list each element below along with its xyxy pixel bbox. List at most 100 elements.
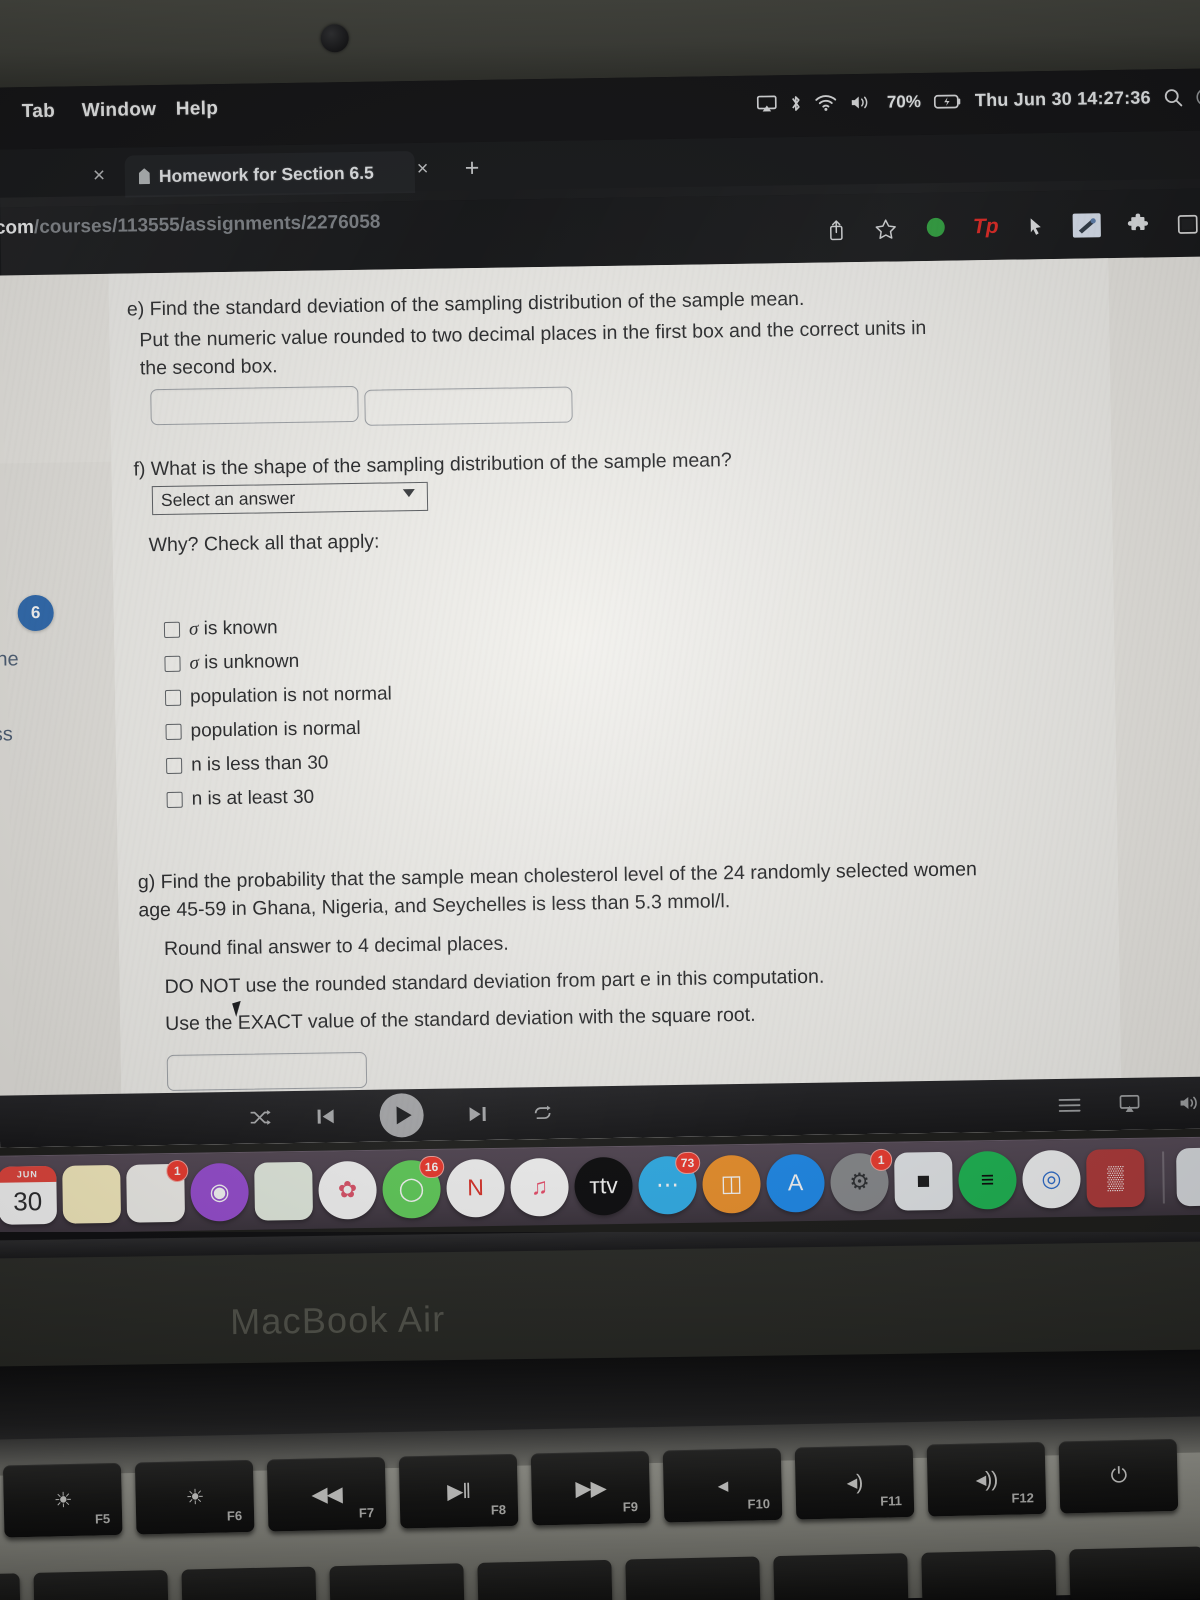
menu-tab[interactable]: Tab: [22, 101, 56, 124]
keyboard-backlight-up-key[interactable]: ☀ F6: [134, 1459, 255, 1535]
question-e-note: Put the numeric value rounded to two dec…: [139, 316, 927, 380]
volume-icon[interactable]: [1178, 1094, 1200, 1112]
checkbox-3[interactable]: [165, 723, 182, 740]
key[interactable]: [477, 1559, 613, 1600]
dock-icon-documents-folder[interactable]: [1176, 1146, 1200, 1206]
volume-up-key[interactable]: ◂)) F12: [926, 1441, 1047, 1517]
key[interactable]: [0, 1573, 21, 1600]
tab-favicon-icon: [139, 168, 150, 184]
key[interactable]: [33, 1569, 169, 1600]
share-icon[interactable]: [823, 216, 849, 242]
checkbox-row[interactable]: n is at least 30: [166, 779, 393, 817]
dock-icon-app-store[interactable]: A: [766, 1153, 825, 1213]
airplay-device-icon[interactable]: [1118, 1094, 1140, 1113]
checkbox-0[interactable]: [163, 621, 181, 638]
key[interactable]: [1069, 1546, 1200, 1600]
tp-extension-icon[interactable]: Tp: [973, 214, 999, 240]
dock-icon-system-preferences[interactable]: ⚙ 1: [830, 1148, 893, 1212]
bluetooth-icon[interactable]: [790, 94, 802, 113]
airplay-icon[interactable]: [756, 95, 777, 112]
browser-tab-active[interactable]: Homework for Section 6.5: [124, 151, 416, 198]
control-center-icon[interactable]: [1196, 87, 1200, 106]
question-g-prompt: g) Find the probability that the sample …: [137, 858, 977, 922]
menu-window[interactable]: Window: [82, 99, 157, 122]
webcam-icon: [320, 24, 349, 53]
puzzle-extension-icon[interactable]: [1125, 211, 1151, 237]
rewind-key[interactable]: ◀◀ F7: [266, 1456, 387, 1532]
dock-icon-roblox[interactable]: ■: [894, 1151, 953, 1211]
checkbox-2[interactable]: [164, 689, 182, 706]
repeat-icon[interactable]: [531, 1104, 553, 1122]
dock-icon-apple-tv[interactable]: ᴛtv: [574, 1156, 633, 1216]
wifi-icon[interactable]: [815, 94, 837, 111]
checkbox-row[interactable]: σ is known: [163, 609, 391, 647]
checkbox-row[interactable]: σ is unknown: [164, 643, 391, 681]
key[interactable]: [181, 1566, 317, 1600]
menu-bar-clock[interactable]: Thu Jun 30 14:27:36: [975, 87, 1151, 111]
dock-icon-podcasts[interactable]: ◉: [190, 1162, 250, 1222]
bookmark-star-icon[interactable]: [873, 215, 899, 241]
queue-list-icon[interactable]: [1058, 1097, 1081, 1112]
fast-forward-key[interactable]: ▶▶ F9: [530, 1450, 651, 1526]
keyboard-backlight-down-key[interactable]: ☀ F5: [2, 1462, 123, 1538]
sidebar-icon[interactable]: [1175, 211, 1200, 237]
checkbox-row[interactable]: population is not normal: [164, 677, 392, 715]
volume-down-key[interactable]: ◂) F11: [794, 1444, 915, 1520]
checkbox-1[interactable]: [164, 655, 181, 672]
sidebar-item-online[interactable]: nline: [0, 648, 19, 672]
dock-icon-photos[interactable]: ✿: [318, 1160, 378, 1220]
key[interactable]: [329, 1563, 465, 1600]
green-dot-icon[interactable]: [923, 215, 949, 241]
battery-charging-icon[interactable]: [934, 93, 962, 109]
checkbox-4[interactable]: [166, 757, 183, 774]
play-icon[interactable]: [379, 1092, 424, 1138]
question-f-why-label: Why? Check all that apply:: [148, 530, 380, 557]
search-icon[interactable]: [1164, 88, 1183, 107]
dock-icon-music[interactable]: ♫: [510, 1157, 570, 1217]
question-e-value-input[interactable]: [150, 385, 359, 426]
address-field[interactable]: re.com/courses/113555/assignments/227605…: [0, 212, 381, 240]
checkbox-label: σ is unknown: [189, 650, 300, 674]
previous-track-icon[interactable]: [316, 1107, 336, 1125]
dock-icon-photo-booth[interactable]: ▒: [1086, 1148, 1145, 1208]
new-tab-button[interactable]: +: [465, 154, 480, 183]
shuffle-icon[interactable]: [250, 1109, 272, 1125]
mute-key[interactable]: ◂ F10: [662, 1447, 783, 1523]
checkbox-row[interactable]: n is less than 30: [166, 745, 393, 783]
power-key[interactable]: ⏻: [1058, 1438, 1179, 1514]
volume-icon[interactable]: [850, 94, 874, 111]
dock-icon-maps[interactable]: [254, 1161, 314, 1221]
play-pause-key[interactable]: ▶‖ F8: [398, 1453, 519, 1529]
dock-icon-glyph: ■: [916, 1167, 931, 1194]
dock-icon-contacts[interactable]: 1: [126, 1159, 189, 1223]
dock-icon-books[interactable]: ◫: [702, 1154, 761, 1214]
pointer-extension-icon[interactable]: [1023, 213, 1049, 239]
background-tab-close-icon[interactable]: ×: [93, 164, 106, 188]
dock-icon-news[interactable]: N: [446, 1158, 506, 1218]
menu-help[interactable]: Help: [176, 98, 219, 121]
dock-icon-spotify[interactable]: ≡: [958, 1150, 1017, 1210]
question-g-answer-input[interactable]: [166, 1051, 368, 1092]
checkbox-row[interactable]: population is normal: [165, 711, 392, 749]
laptop-screen-assembly: Tab Window Help 70% Thu Jun 30 14:27:36 …: [0, 0, 1200, 1175]
dock-icon-calendar[interactable]: JUN 30: [0, 1165, 58, 1225]
laptop-photo: Tab Window Help 70% Thu Jun 30 14:27:36 …: [0, 0, 1200, 1600]
key[interactable]: [921, 1549, 1057, 1600]
dock-icon-messages[interactable]: ◯ 16: [382, 1155, 445, 1219]
checkbox-5[interactable]: [166, 791, 183, 808]
dock-icon-chrome[interactable]: ◎: [1022, 1149, 1081, 1209]
tab-close-icon[interactable]: ×: [417, 158, 429, 181]
question-e-units-input[interactable]: [364, 386, 573, 426]
question-f-select[interactable]: Select an answer: [151, 481, 429, 516]
dock-badge-messages: 16: [418, 1155, 445, 1178]
next-track-icon[interactable]: [468, 1105, 488, 1123]
sidebar-item-access[interactable]: ess: [0, 723, 13, 746]
snip-extension-icon[interactable]: [1072, 213, 1101, 238]
key[interactable]: [625, 1556, 761, 1600]
dock-icon-glyph: ≡: [980, 1166, 995, 1193]
key-glyph: ◂: [717, 1473, 728, 1497]
dock-icon-notes[interactable]: [62, 1164, 122, 1224]
key-label: F11: [880, 1493, 903, 1509]
dock-icon-chat[interactable]: ⋯ 73: [638, 1151, 701, 1215]
key[interactable]: [773, 1553, 909, 1600]
